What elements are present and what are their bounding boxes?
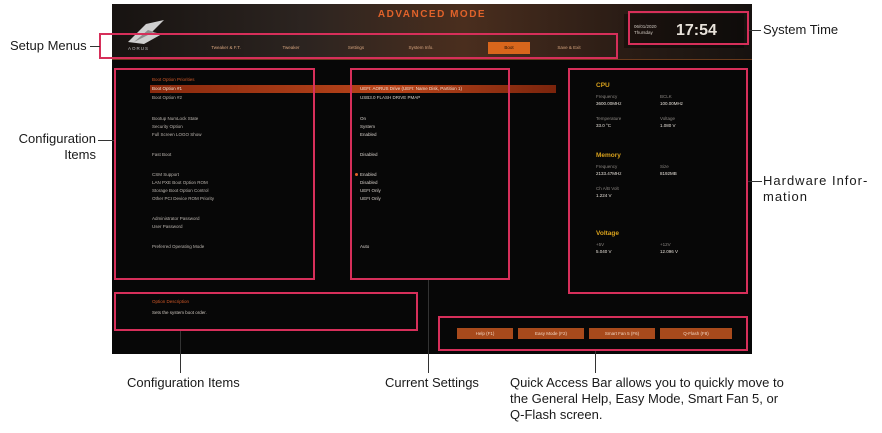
hardware-info-box — [568, 68, 748, 294]
label-configuration-items-bottom: Configuration Items — [127, 375, 240, 390]
system-time-box — [628, 11, 749, 45]
quick-access-box — [438, 316, 748, 351]
leader-option-description — [180, 331, 181, 373]
label-system-time: System Time — [763, 22, 839, 37]
label-current-settings: Current Settings — [385, 375, 479, 390]
label-hardware-line-1: Hardware Infor- — [763, 173, 869, 188]
label-quick-access-line-1: Quick Access Bar allows you to quickly m… — [510, 375, 784, 390]
mode-title: ADVANCED MODE — [377, 9, 487, 20]
label-hardware-line-2: mation — [763, 189, 809, 204]
config-items-box — [114, 68, 315, 280]
leader-setup-menus — [90, 46, 100, 47]
current-settings-box — [350, 68, 510, 280]
leader-current-settings — [428, 280, 429, 373]
label-configuration-line-1: Configuration — [18, 131, 96, 146]
setup-menus-box — [99, 33, 618, 59]
label-configuration-line-2: Items — [64, 147, 96, 162]
label-quick-access-line-3: Q-Flash screen. — [510, 407, 603, 422]
leader-config-items — [98, 140, 114, 141]
leader-hardware — [748, 181, 762, 182]
leader-system-time — [749, 30, 761, 31]
leader-quick-access — [595, 351, 596, 373]
label-quick-access-line-2: the General Help, Easy Mode, Smart Fan 5… — [510, 391, 779, 406]
label-setup-menus: Setup Menus — [10, 38, 87, 53]
option-description-box — [114, 292, 418, 331]
label-configuration-items-left: Configuration Items — [8, 131, 96, 163]
label-quick-access: Quick Access Bar allows you to quickly m… — [510, 375, 880, 423]
label-hardware-information: Hardware Infor- mation — [763, 173, 881, 205]
